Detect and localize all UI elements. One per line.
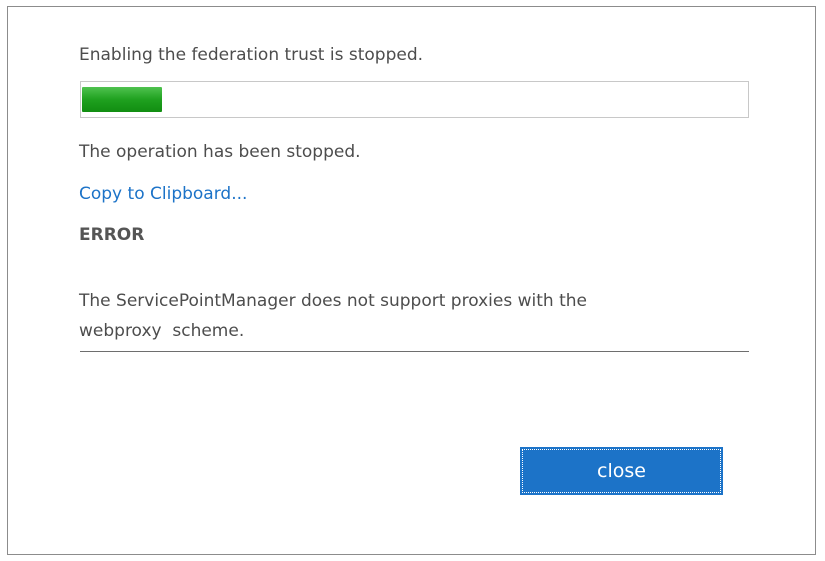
copy-to-clipboard-link[interactable]: Copy to Clipboard... <box>79 182 247 206</box>
error-heading: ERROR <box>79 225 145 245</box>
close-button-label: close <box>597 460 646 482</box>
close-button[interactable]: close <box>520 447 723 495</box>
operation-status-text: The operation has been stopped. <box>79 142 361 162</box>
progress-fill <box>82 87 162 112</box>
error-divider <box>80 351 749 352</box>
status-text: Enabling the federation trust is stopped… <box>79 45 424 65</box>
progress-bar <box>80 81 749 118</box>
federation-trust-dialog: Enabling the federation trust is stopped… <box>7 6 816 555</box>
error-message: The ServicePointManager does not support… <box>79 291 587 341</box>
